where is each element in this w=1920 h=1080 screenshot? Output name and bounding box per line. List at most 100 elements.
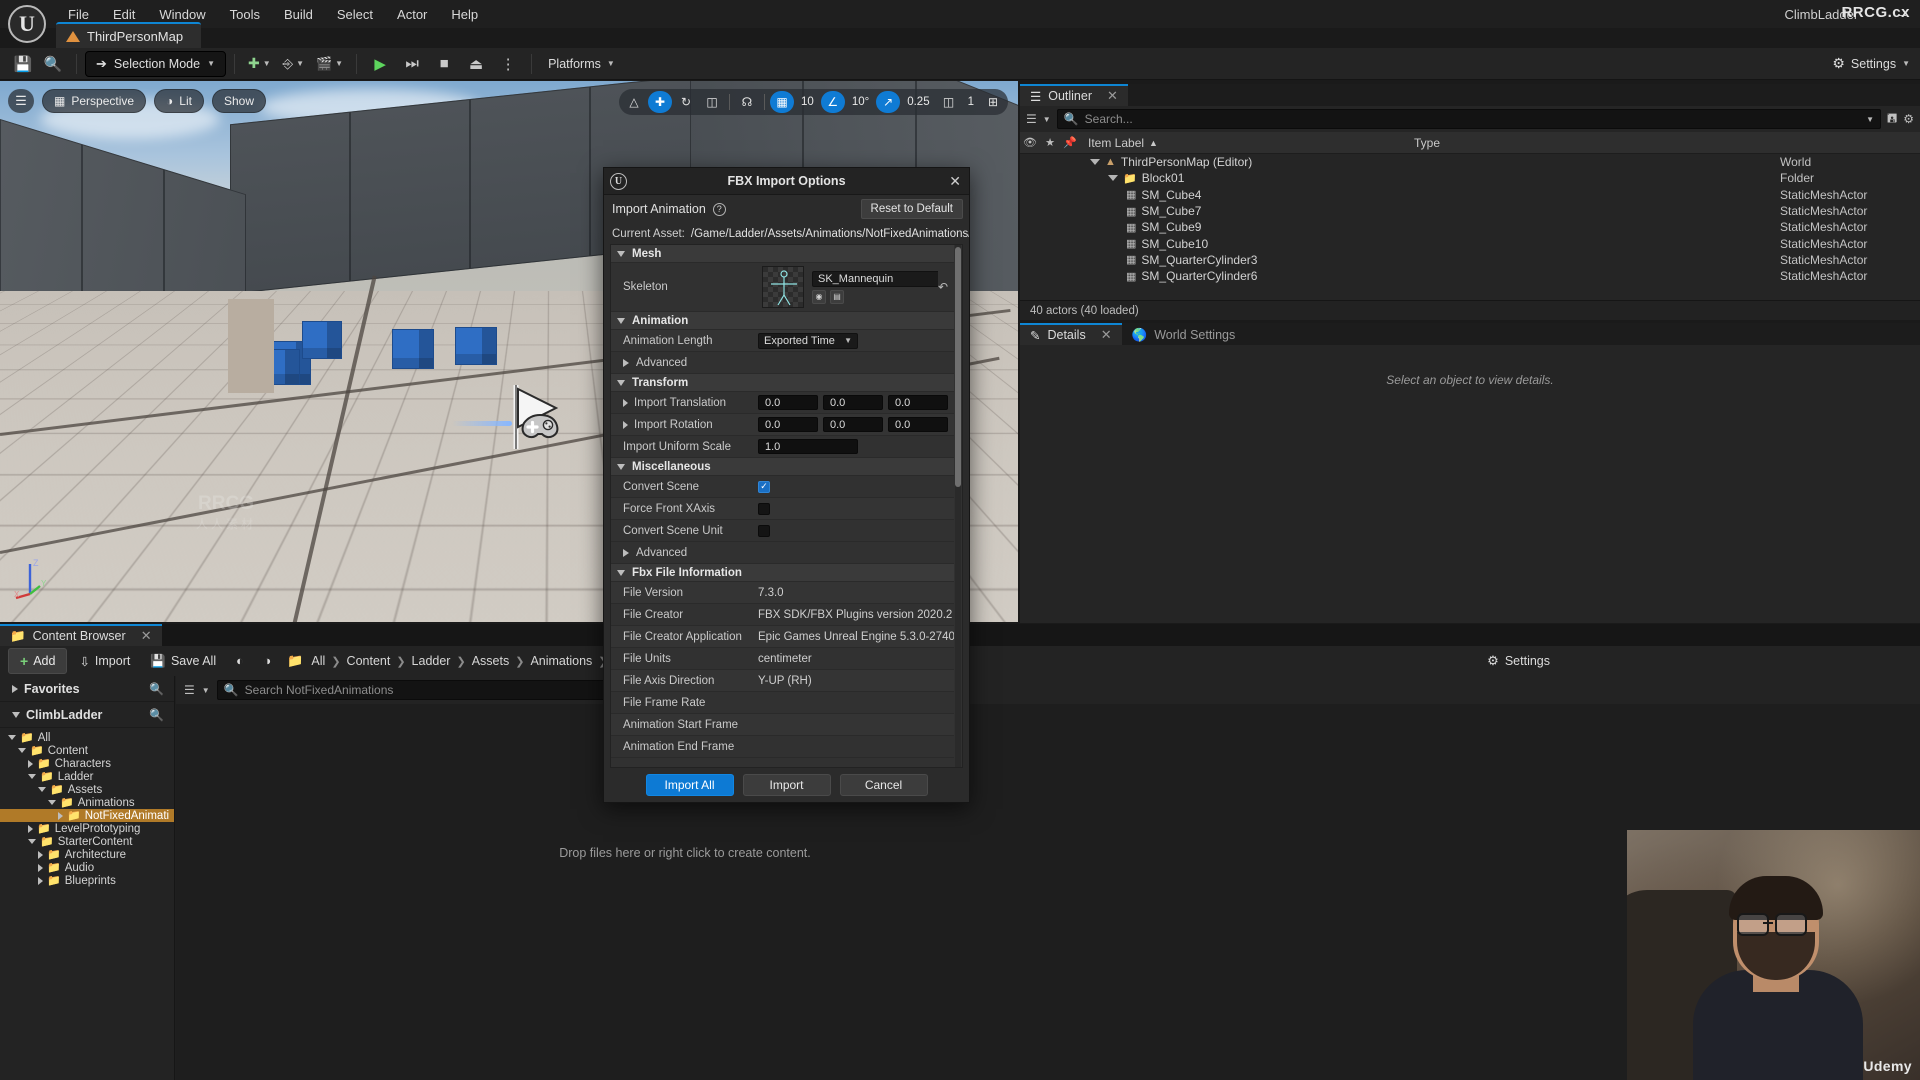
select-tool-icon[interactable]: △	[622, 91, 646, 113]
outliner-row[interactable]: ▦ SM_Cube9 StaticMeshActor	[1020, 219, 1920, 235]
property-group-header[interactable]: Advanced	[611, 542, 954, 564]
outliner-row[interactable]: ▦ SM_QuarterCylinder3 StaticMeshActor	[1020, 252, 1920, 268]
tab-outliner[interactable]: ☰ Outliner ✕	[1020, 84, 1128, 106]
outliner-row[interactable]: ▦ SM_Cube10 StaticMeshActor	[1020, 235, 1920, 251]
grid-snap-value[interactable]: 10	[796, 96, 819, 108]
property-dropdown[interactable]: Exported Time ▼	[758, 332, 858, 349]
play-more-button[interactable]: ⋮	[493, 51, 523, 77]
star-icon[interactable]: ★	[1040, 136, 1060, 149]
save-all-button[interactable]: 💾 Save All	[142, 650, 224, 673]
column-type[interactable]: Type	[1414, 136, 1440, 150]
close-icon[interactable]: ✕	[1101, 327, 1112, 343]
nav-back-button[interactable]: ◐	[228, 650, 252, 672]
outliner-row[interactable]: 📁 Block01 Folder	[1020, 170, 1920, 186]
content-browser-settings[interactable]: ⚙ Settings	[1487, 653, 1550, 669]
settings-button[interactable]: ⚙ Settings ▼	[1832, 55, 1910, 72]
property-group-header[interactable]: Fbx File Information	[611, 564, 954, 582]
camera-speed-icon[interactable]: ◫	[937, 91, 961, 113]
dialog-properties-scroll[interactable]: MeshSkeletonSK_Mannequin▼◉▤↶AnimationAni…	[610, 244, 963, 768]
add-button[interactable]: + Add	[8, 648, 68, 674]
chevron-right-icon[interactable]	[623, 398, 628, 407]
chevron-right-icon[interactable]	[28, 824, 33, 833]
column-item-label[interactable]: Item Label	[1088, 136, 1144, 150]
vector-field-y[interactable]: 0.0	[823, 417, 883, 432]
import-button[interactable]: Import	[742, 774, 831, 796]
browse-to-asset-icon[interactable]: ◉	[812, 289, 826, 304]
search-icon[interactable]: 🔍	[149, 708, 164, 722]
grid-snap-icon[interactable]: ▦	[770, 91, 795, 113]
outliner-search-input[interactable]: 🔍 Search... ▼	[1056, 109, 1882, 129]
viewport-toolbar-left[interactable]: ☰ ▦ Perspective ◑ Lit Show	[8, 89, 267, 113]
cinematics-button[interactable]: 🎬 ▼	[311, 53, 348, 75]
chevron-down-icon[interactable]	[18, 748, 26, 753]
property-group-header[interactable]: Miscellaneous	[611, 458, 954, 476]
breadcrumb-item[interactable]: Assets	[468, 652, 514, 670]
breadcrumb-item[interactable]: Ladder	[408, 652, 455, 670]
selection-mode-dropdown[interactable]: ➔ Selection Mode ▼	[85, 50, 226, 77]
favorites-section[interactable]: Favorites 🔍	[0, 676, 174, 702]
browse-icon[interactable]: 🔍	[38, 51, 68, 77]
chevron-down-icon[interactable]	[28, 839, 36, 844]
use-selected-asset-icon[interactable]: ▤	[830, 289, 844, 304]
nav-forward-button[interactable]: ◑	[256, 650, 280, 672]
outliner-row[interactable]: ▦ SM_Cube4 StaticMeshActor	[1020, 187, 1920, 203]
chevron-down-icon[interactable]	[617, 569, 625, 576]
close-icon[interactable]: ✕	[1107, 88, 1118, 104]
chevron-down-icon[interactable]	[617, 379, 625, 386]
content-tree-item[interactable]: 📁 Characters	[0, 757, 174, 770]
scale-tool-icon[interactable]: ◫	[700, 91, 724, 113]
viewport-menu-icon[interactable]: ☰	[8, 89, 34, 113]
viewport-show-button[interactable]: Show	[211, 89, 267, 113]
angle-snap-value[interactable]: 10°	[847, 96, 874, 108]
sm-cube[interactable]	[302, 321, 342, 359]
chevron-down-icon[interactable]	[48, 800, 56, 805]
blueprints-button[interactable]: ⎆ ▼	[278, 53, 309, 75]
eject-button[interactable]: ⏏	[461, 51, 491, 77]
skeleton-thumbnail[interactable]	[762, 266, 804, 308]
chevron-down-icon[interactable]: ▼	[202, 686, 210, 695]
chevron-down-icon[interactable]	[617, 317, 625, 324]
content-tree-item[interactable]: 📁 Animations	[0, 796, 174, 809]
close-icon[interactable]: ✕	[949, 173, 961, 190]
viewport-perspective-button[interactable]: ▦ Perspective	[42, 89, 147, 113]
outliner-save-icon[interactable]: 🖪	[1887, 109, 1897, 130]
unreal-logo-icon[interactable]: U	[8, 5, 46, 43]
sm-cube[interactable]	[455, 327, 497, 365]
content-tree-item[interactable]: 📁 Assets	[0, 783, 174, 796]
content-tree-item[interactable]: 📁 Architecture	[0, 848, 174, 861]
play-button[interactable]: ▶	[365, 51, 395, 77]
player-start-actor[interactable]	[452, 381, 578, 461]
scale-snap-icon[interactable]: ↗	[876, 91, 901, 113]
chevron-down-icon[interactable]	[1108, 175, 1118, 182]
chevron-down-icon[interactable]: ▼	[1043, 115, 1051, 124]
vector-field-z[interactable]: 0.0	[888, 417, 948, 432]
content-tree-item[interactable]: 📁 Content	[0, 744, 174, 757]
tab-details[interactable]: ✎ Details ✕	[1020, 323, 1122, 345]
property-checkbox[interactable]	[758, 524, 770, 537]
chevron-down-icon[interactable]	[1090, 159, 1100, 166]
content-tree-item[interactable]: 📁 NotFixedAnimati	[0, 809, 174, 822]
content-tree-item[interactable]: 📁 LevelPrototyping	[0, 822, 174, 835]
viewport-lit-button[interactable]: ◑ Lit	[154, 89, 204, 113]
chevron-right-icon[interactable]	[38, 850, 43, 859]
content-tree-item[interactable]: 📁 Blueprints	[0, 874, 174, 887]
move-tool-icon[interactable]: ✚	[648, 91, 673, 113]
viewport-layout-icon[interactable]: ⊞	[981, 91, 1005, 113]
world-space-icon[interactable]: ☊	[735, 91, 759, 113]
skip-button[interactable]: ⏭	[397, 51, 427, 77]
gear-icon[interactable]: ⚙	[1903, 112, 1914, 126]
import-all-button[interactable]: Import All	[645, 774, 734, 796]
property-checkbox[interactable]	[758, 502, 770, 515]
chevron-right-icon[interactable]	[623, 358, 629, 367]
property-checkbox[interactable]: ✓	[758, 480, 770, 493]
scrollbar-thumb[interactable]	[955, 247, 961, 487]
tab-content-browser[interactable]: 📁 Content Browser ✕	[0, 624, 162, 646]
chevron-down-icon[interactable]	[38, 787, 46, 792]
chevron-right-icon[interactable]	[58, 811, 63, 820]
sm-cube[interactable]	[392, 329, 434, 369]
scale-snap-value[interactable]: 0.25	[902, 96, 934, 108]
property-group-header[interactable]: Advanced	[611, 352, 954, 374]
breadcrumb-item[interactable]: Content	[343, 652, 395, 670]
vector-field-x[interactable]: 0.0	[758, 395, 818, 410]
content-tree-item[interactable]: 📁 All	[0, 731, 174, 744]
